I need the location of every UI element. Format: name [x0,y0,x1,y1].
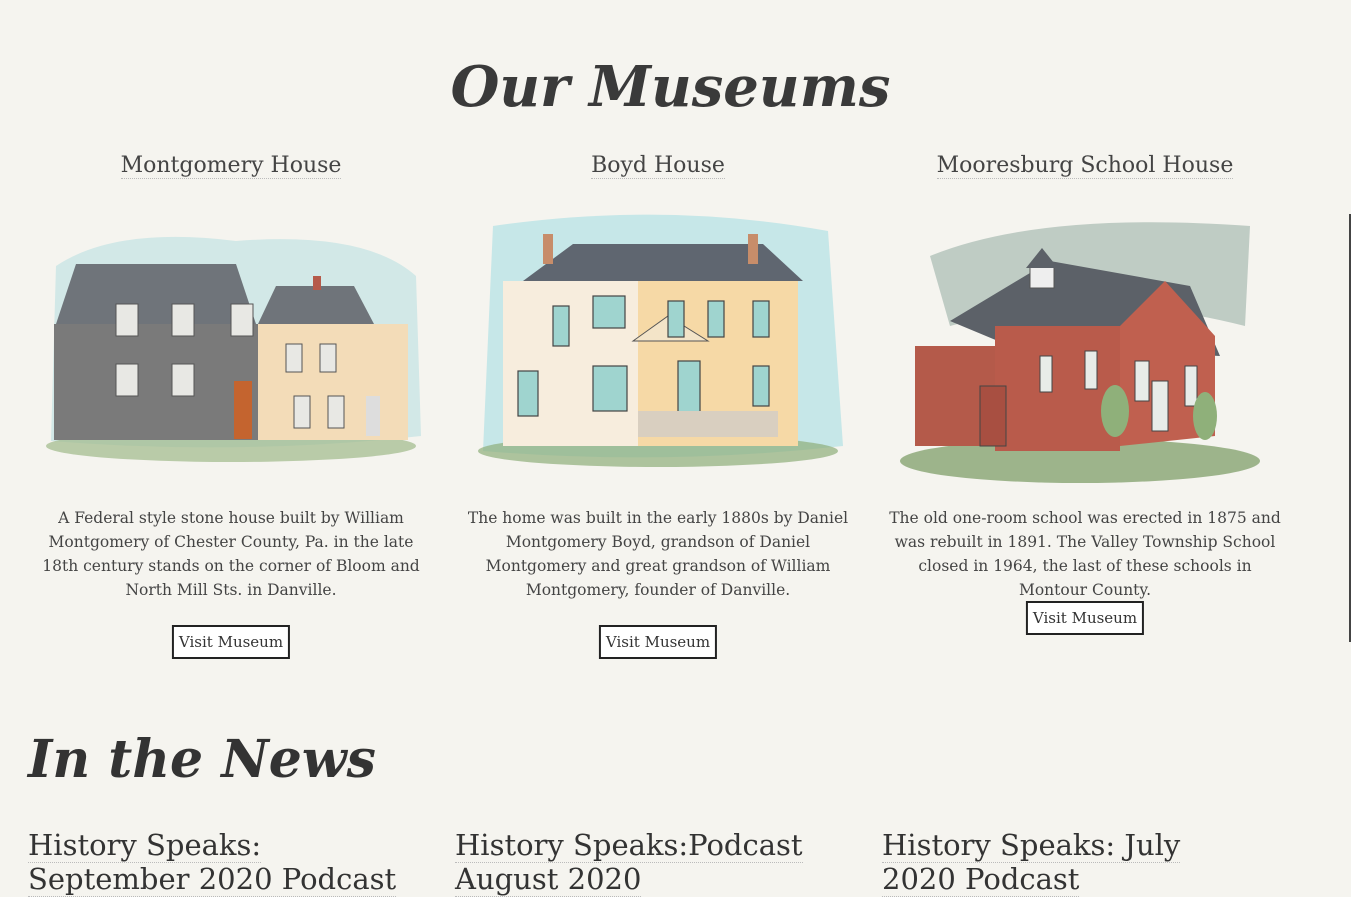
museum-link-mooresburg-school-house[interactable]: Mooresburg School House [936,153,1234,179]
museum-link-boyd-house[interactable]: Boyd House [591,153,725,179]
news-link[interactable]: History Speaks: September 2020 Podcast [28,828,397,897]
news-link[interactable]: History Speaks: July 2020 Podcast [882,828,1181,897]
museum-title: Boyd House [453,150,863,182]
visit-museum-button-boyd[interactable]: Visit Museum [598,625,718,659]
museum-description: The home was built in the early 1880s by… [467,509,849,599]
museum-description: A Federal style stone house built by Wil… [42,509,420,599]
museums-heading: Our Museums [450,54,891,120]
museum-title: Mooresburg School House [880,150,1290,182]
museum-title: Montgomery House [26,150,436,182]
museum-link-montgomery-house[interactable]: Montgomery House [120,153,342,179]
news-item-september-2020[interactable]: History Speaks: September 2020 Podcast [28,828,408,897]
museum-description: The old one-room school was erected in 1… [889,509,1281,599]
montgomery-house-illustration [46,236,421,462]
visit-museum-button-montgomery[interactable]: Visit Museum [171,625,291,659]
news-item-july-2020[interactable]: History Speaks: July 2020 Podcast [882,828,1262,897]
museum-card-montgomery: Montgomery House A Federal style stone h… [26,150,436,659]
boyd-house-illustration [478,214,843,467]
museum-card-boyd: Boyd House The home was built in the ear… [453,150,863,659]
visit-museum-button-mooresburg[interactable]: Visit Museum [1025,601,1145,635]
news-heading: In the News [28,729,376,790]
news-link[interactable]: History Speaks:Podcast August 2020 [455,828,803,897]
mooresburg-school-illustration [900,222,1260,483]
museum-card-mooresburg: Mooresburg School House The old one-room… [880,150,1290,635]
news-item-august-2020[interactable]: History Speaks:Podcast August 2020 [455,828,835,897]
